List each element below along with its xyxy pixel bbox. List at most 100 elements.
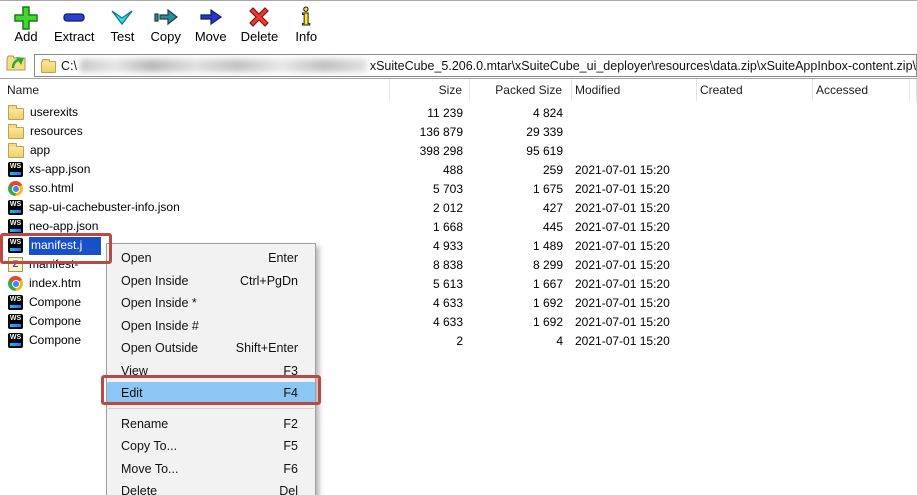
menu-item-label: View bbox=[121, 363, 148, 378]
menu-item-shortcut: Enter bbox=[268, 251, 298, 266]
file-size: 5 613 bbox=[432, 276, 463, 291]
file-icon bbox=[8, 162, 23, 177]
menu-item-shortcut: F6 bbox=[283, 461, 298, 476]
file-packed-size: 445 bbox=[542, 219, 563, 234]
menu-item[interactable]: Rename F2 bbox=[107, 413, 315, 436]
file-name: resources bbox=[30, 124, 83, 138]
file-size: 398 298 bbox=[419, 143, 463, 158]
file-name: sap-ui-cachebuster-info.json bbox=[29, 200, 180, 214]
file-icon bbox=[8, 333, 23, 348]
file-packed-size: 427 bbox=[542, 200, 563, 215]
file-name: app bbox=[30, 143, 51, 157]
table-row[interactable]: sap-ui-cachebuster-info.json 2 012 427 2… bbox=[0, 198, 917, 217]
column-header-packed-size[interactable]: Packed Size bbox=[470, 79, 572, 101]
menu-item-shortcut: F5 bbox=[283, 439, 298, 454]
file-packed-size: 4 bbox=[556, 333, 563, 348]
file-size: 5 703 bbox=[432, 181, 463, 196]
column-header-size[interactable]: Size bbox=[390, 79, 470, 101]
extract-icon bbox=[60, 4, 88, 30]
table-row[interactable]: app 398 298 95 619 bbox=[0, 141, 917, 160]
menu-item[interactable]: Open Inside * bbox=[107, 292, 315, 315]
move-button[interactable]: Move bbox=[188, 3, 234, 45]
file-name: manifest- bbox=[29, 257, 79, 271]
up-one-level-button[interactable] bbox=[2, 53, 30, 78]
table-row[interactable]: resources 136 879 29 339 bbox=[0, 122, 917, 141]
menu-item[interactable]: Open Inside # bbox=[107, 315, 315, 338]
add-label: Add bbox=[14, 29, 38, 44]
add-button[interactable]: Add bbox=[5, 3, 47, 45]
seven-zip-window: Add Extract Test Copy Move Delete i Info bbox=[0, 0, 917, 495]
file-packed-size: 4 824 bbox=[532, 105, 563, 120]
file-name: Compone bbox=[29, 295, 82, 309]
menu-item-shortcut: F3 bbox=[283, 363, 298, 378]
column-header-spacer bbox=[910, 79, 917, 101]
info-icon: i bbox=[292, 4, 320, 30]
file-modified: 2021-07-01 15:20 bbox=[575, 333, 670, 348]
menu-item[interactable]: Copy To... F5 bbox=[107, 435, 315, 458]
menu-item[interactable]: Edit F4 bbox=[107, 382, 315, 405]
menu-item[interactable]: View F3 bbox=[107, 360, 315, 383]
file-name: manifest.j bbox=[29, 236, 102, 255]
menu-item[interactable]: Open Enter bbox=[107, 247, 315, 270]
file-modified: 2021-07-01 15:20 bbox=[575, 200, 670, 215]
copy-button[interactable]: Copy bbox=[143, 3, 187, 45]
column-header-accessed[interactable]: Accessed bbox=[813, 79, 910, 101]
file-packed-size: 29 339 bbox=[526, 124, 563, 139]
svg-text:i: i bbox=[302, 4, 311, 30]
path-visible: xSuiteCube_5.206.0.mtar\xSuiteCube_ui_de… bbox=[369, 58, 916, 73]
info-button[interactable]: i Info bbox=[285, 3, 327, 45]
menu-item[interactable]: Open Inside Ctrl+PgDn bbox=[107, 270, 315, 293]
delete-label: Delete bbox=[240, 29, 279, 44]
menu-item-label: Open Inside * bbox=[121, 296, 197, 311]
menu-item-label: Open Outside bbox=[121, 341, 199, 356]
file-size: 2 bbox=[456, 333, 463, 348]
test-button[interactable]: Test bbox=[101, 3, 143, 45]
file-size: 4 933 bbox=[432, 238, 463, 253]
file-packed-size: 1 489 bbox=[532, 238, 563, 253]
menu-item-shortcut: Shift+Enter bbox=[235, 341, 298, 356]
file-packed-size: 1 692 bbox=[532, 314, 563, 329]
menu-item-label: Open Inside bbox=[121, 273, 189, 288]
extract-button[interactable]: Extract bbox=[47, 3, 101, 45]
test-icon bbox=[108, 4, 136, 30]
file-icon bbox=[8, 105, 24, 120]
address-bar[interactable]: C:\ xSuiteCube_5.206.0.mtar\xSuiteCube_u… bbox=[34, 54, 917, 77]
menu-item[interactable]: Move To... F6 bbox=[107, 458, 315, 481]
file-name: xs-app.json bbox=[29, 162, 91, 176]
column-header-name[interactable]: Name bbox=[0, 79, 390, 101]
file-size: 136 879 bbox=[419, 124, 463, 139]
file-icon bbox=[8, 314, 23, 329]
table-row[interactable]: userexits 11 239 4 824 bbox=[0, 103, 917, 122]
file-packed-size: 1 692 bbox=[532, 295, 563, 310]
address-row: C:\ xSuiteCube_5.206.0.mtar\xSuiteCube_u… bbox=[0, 51, 917, 80]
menu-item[interactable]: Delete Del bbox=[107, 480, 315, 495]
delete-button[interactable]: Delete bbox=[234, 3, 286, 45]
file-modified: 2021-07-01 15:20 bbox=[575, 295, 670, 310]
list-header: Name Size Packed Size Modified Created A… bbox=[0, 79, 917, 101]
file-icon bbox=[8, 295, 23, 310]
menu-item[interactable]: Open Outside Shift+Enter bbox=[107, 337, 315, 360]
folder-up-icon bbox=[5, 53, 27, 78]
menu-item-label: Edit bbox=[121, 386, 143, 401]
file-size: 2 012 bbox=[432, 200, 463, 215]
redacted-path-segment bbox=[79, 59, 367, 72]
table-row[interactable]: neo-app.json 1 668 445 2021-07-01 15:20 bbox=[0, 217, 917, 236]
context-menu: Open Enter Open Inside Ctrl+PgDn Open In… bbox=[106, 243, 316, 495]
column-header-created[interactable]: Created bbox=[697, 79, 813, 101]
copy-icon bbox=[152, 4, 180, 30]
column-header-modified[interactable]: Modified bbox=[572, 79, 697, 101]
file-name: userexits bbox=[30, 105, 79, 119]
toolbar: Add Extract Test Copy Move Delete i Info bbox=[0, 1, 917, 51]
file-name: index.htm bbox=[29, 276, 82, 290]
info-label: Info bbox=[295, 29, 318, 44]
table-row[interactable]: sso.html 5 703 1 675 2021-07-01 15:20 bbox=[0, 179, 917, 198]
move-label: Move bbox=[194, 29, 227, 44]
file-name: Compone bbox=[29, 314, 82, 328]
copy-label: Copy bbox=[150, 29, 181, 44]
file-packed-size: 8 299 bbox=[532, 257, 563, 272]
file-size: 1 668 bbox=[432, 219, 463, 234]
file-modified: 2021-07-01 15:20 bbox=[575, 276, 670, 291]
file-icon bbox=[8, 276, 23, 291]
table-row[interactable]: xs-app.json 488 259 2021-07-01 15:20 bbox=[0, 160, 917, 179]
menu-item-label: Open Inside # bbox=[121, 318, 199, 333]
